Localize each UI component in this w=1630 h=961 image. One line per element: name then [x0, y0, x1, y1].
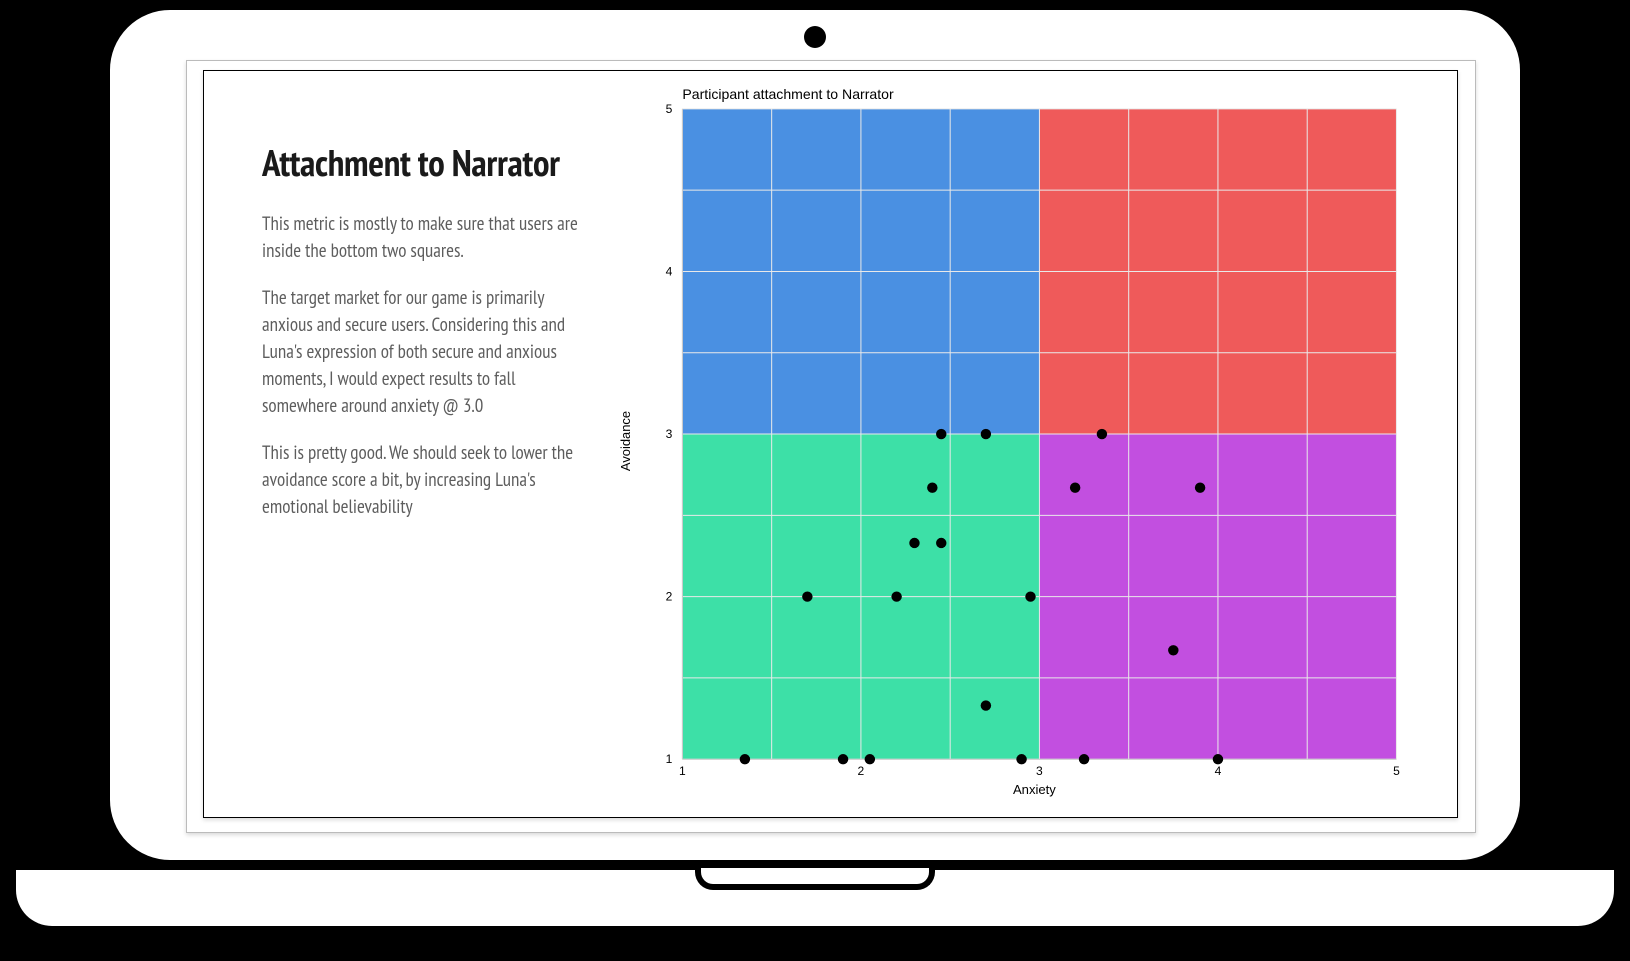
text-column: Attachment to Narrator This metric is mo…	[204, 71, 592, 817]
data-point	[928, 483, 938, 493]
slide-paragraph-2: The target market for our game is primar…	[262, 285, 592, 420]
data-point	[838, 754, 848, 764]
slide-paragraph-3: This is pretty good. We should seek to l…	[262, 440, 592, 521]
slide-title: Attachment to Narrator	[262, 141, 592, 185]
slide-paragraph-1: This metric is mostly to make sure that …	[262, 211, 592, 265]
data-point	[1213, 754, 1223, 764]
data-point	[1169, 645, 1179, 655]
data-point	[892, 591, 902, 601]
data-point	[1026, 591, 1036, 601]
data-point	[1195, 483, 1205, 493]
data-point	[865, 754, 875, 764]
data-point	[1017, 754, 1027, 764]
data-point	[1070, 483, 1080, 493]
y-axis-label: Avoidance	[618, 411, 633, 471]
x-tick: 2	[858, 764, 865, 778]
data-point	[1097, 429, 1107, 439]
x-tick: 3	[1036, 764, 1043, 778]
data-point	[740, 754, 750, 764]
data-point	[981, 700, 991, 710]
x-tick: 5	[1394, 764, 1401, 778]
slide-content: Attachment to Narrator This metric is mo…	[204, 71, 1457, 817]
data-point	[981, 429, 991, 439]
camera-dot	[804, 26, 826, 48]
laptop-base	[6, 870, 1624, 936]
chart-container: Participant attachment to Narrator 1 2 3 4 5…	[612, 83, 1417, 799]
y-tick: 5	[666, 102, 673, 116]
x-axis-label: Anxiety	[1013, 782, 1056, 797]
data-point	[803, 591, 813, 601]
y-tick: 1	[666, 752, 673, 766]
x-tick: 4	[1215, 764, 1222, 778]
data-point	[936, 538, 946, 548]
x-tick: 1	[679, 764, 686, 778]
chart-column: Participant attachment to Narrator 1 2 3 4 5…	[592, 71, 1457, 817]
attachment-scatter-chart: Participant attachment to Narrator 1 2 3 4 5…	[612, 83, 1417, 799]
plot-area: 1 2 3 4 5 1 2 3 4 5	[666, 102, 1401, 778]
y-tick: 4	[666, 264, 673, 278]
data-point	[936, 429, 946, 439]
chart-title: Participant attachment to Narrator	[683, 86, 895, 102]
laptop-trackpad-notch	[695, 868, 935, 890]
data-point	[910, 538, 920, 548]
data-point	[1079, 754, 1089, 764]
y-tick: 2	[666, 590, 673, 604]
y-tick: 3	[666, 427, 673, 441]
slide-screen: Attachment to Narrator This metric is mo…	[203, 70, 1458, 818]
laptop-bezel: Attachment to Narrator This metric is mo…	[100, 0, 1530, 870]
